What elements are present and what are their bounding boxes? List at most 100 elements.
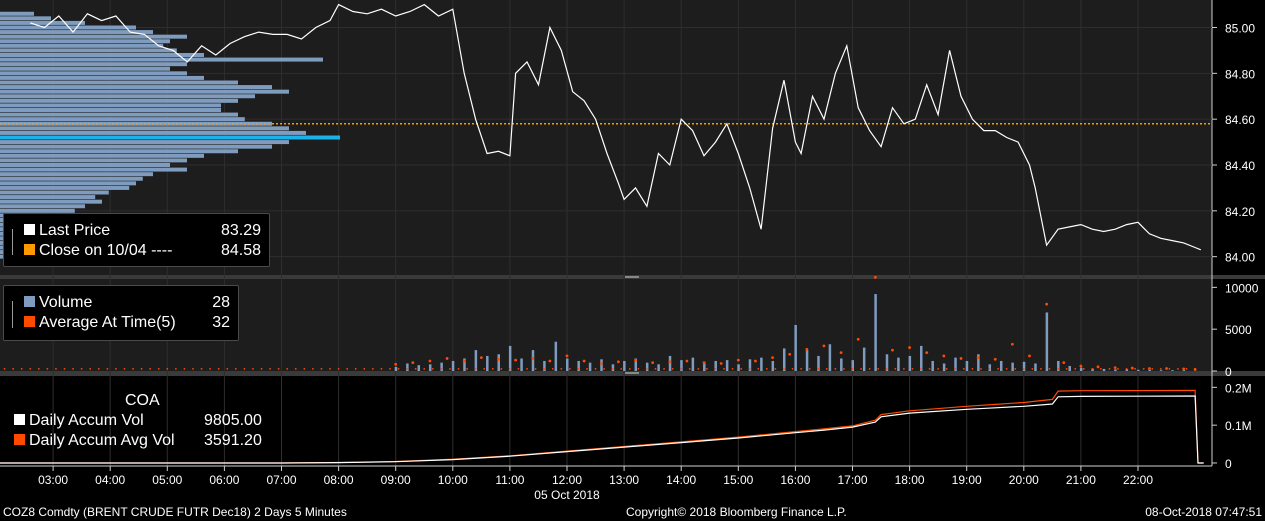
volume-bar xyxy=(486,355,489,371)
avg-baseline-dot xyxy=(140,368,143,370)
volume-bar xyxy=(1102,368,1106,371)
volume-profile-bar xyxy=(0,98,238,103)
avg-baseline-dot xyxy=(329,368,331,370)
avg-baseline-dot xyxy=(868,368,871,370)
avg-baseline-dot xyxy=(1082,368,1085,370)
volume-bar xyxy=(920,345,923,371)
xtick-label: 16:00 xyxy=(780,473,810,487)
volume-profile-bar xyxy=(0,135,340,140)
avg-baseline-dot xyxy=(705,368,708,370)
avg-baseline-dot xyxy=(783,368,785,370)
avg-baseline-dot xyxy=(654,368,657,370)
avg-baseline-dot xyxy=(174,368,177,370)
avg-baseline-dot xyxy=(491,368,494,370)
bloomberg-chart: 85.00 84.80 84.60 84.40 84.20 84.00 10000 5000 0… xyxy=(0,0,1265,521)
avg-baseline-dot xyxy=(217,368,220,370)
avg-baseline-dot xyxy=(466,368,468,370)
avg-at-time-dot xyxy=(1193,367,1197,371)
legend-label-accum-vol: Daily Accum Vol xyxy=(29,412,144,429)
volume-profile-bar xyxy=(0,199,102,204)
avg-at-time-dot xyxy=(462,359,466,363)
avg-at-time-dot xyxy=(1148,367,1151,370)
legend-label-volume: Volume xyxy=(39,294,93,311)
avg-baseline-dot xyxy=(526,368,528,370)
avg-baseline-dot xyxy=(671,368,674,370)
avg-at-time-dot xyxy=(1096,365,1100,369)
volume-profile-bar xyxy=(0,66,170,71)
avg-at-time-dot xyxy=(411,361,415,365)
volume-bar xyxy=(1171,370,1174,371)
volume-profile-bar xyxy=(0,53,204,57)
avg-baseline-dot xyxy=(774,368,777,370)
volume-bar xyxy=(965,360,969,371)
avg-baseline-dot xyxy=(646,368,648,370)
volume-bar xyxy=(508,345,512,371)
avg-baseline-dot xyxy=(628,368,631,370)
avg-baseline-dot xyxy=(885,368,888,370)
legend-item-volume: Volume 28 xyxy=(4,293,238,313)
volume-bar xyxy=(691,357,695,371)
avg-baseline-dot xyxy=(286,368,289,370)
volume-profile-bar xyxy=(0,140,289,145)
price-ytick-label: 84.60 xyxy=(1225,113,1255,127)
avg-baseline-dot xyxy=(423,368,426,370)
avg-at-time-dot xyxy=(651,361,655,365)
avg-baseline-dot xyxy=(149,368,152,370)
xtick-label: 18:00 xyxy=(895,473,925,487)
avg-baseline-dot xyxy=(363,368,366,370)
volume-profile-bar xyxy=(0,57,323,62)
avg-baseline-dot xyxy=(1022,368,1025,370)
volume-profile-bar xyxy=(0,190,109,195)
avg-at-time-dot xyxy=(754,359,757,363)
avg-at-time-dot xyxy=(1062,361,1066,365)
avg-baseline-dot xyxy=(997,368,1000,370)
volume-bar xyxy=(1159,370,1163,371)
avg-baseline-dot xyxy=(3,368,6,370)
avg-baseline-dot xyxy=(928,368,931,370)
swatch-accum-avg xyxy=(14,434,25,446)
avg-baseline-dot xyxy=(817,368,820,370)
avg-baseline-dot xyxy=(312,368,314,370)
avg-baseline-dot xyxy=(920,368,922,370)
avg-at-time-dot xyxy=(719,362,723,365)
avg-baseline-dot xyxy=(1185,368,1188,370)
avg-baseline-dot xyxy=(371,368,374,370)
avg-baseline-dot xyxy=(1134,368,1137,370)
volume-profile-bar xyxy=(0,167,187,172)
volume-bar xyxy=(451,360,455,371)
avg-baseline-dot xyxy=(346,368,349,370)
volume-bar xyxy=(1182,370,1186,371)
xtick-label: 06:00 xyxy=(209,473,239,487)
avg-baseline-dot xyxy=(586,368,588,370)
price-ytick-label: 84.20 xyxy=(1225,205,1255,219)
volume-bar xyxy=(725,360,729,371)
avg-baseline-dot xyxy=(354,368,357,370)
avg-baseline-dot xyxy=(380,368,383,370)
volume-bar xyxy=(394,366,398,371)
avg-baseline-dot xyxy=(680,368,683,370)
avg-baseline-dot xyxy=(46,368,49,370)
volume-profile-bar xyxy=(0,11,34,16)
volume-profile-bar xyxy=(0,108,221,112)
avg-baseline-dot xyxy=(1159,368,1162,370)
avg-baseline-dot xyxy=(637,368,640,370)
avg-baseline-dot xyxy=(132,368,134,370)
volume-bar xyxy=(931,360,934,371)
avg-baseline-dot xyxy=(800,368,803,370)
avg-at-time-dot xyxy=(1045,302,1049,306)
legend-item-last-price: Last Price 83.29 xyxy=(4,221,269,241)
avg-at-time-dot xyxy=(634,358,637,362)
avg-baseline-dot xyxy=(971,368,974,370)
avg-baseline-dot xyxy=(834,368,837,370)
xtick-label: 07:00 xyxy=(266,473,296,487)
avg-at-time-dot xyxy=(908,346,911,349)
xtick-label: 10:00 xyxy=(438,473,468,487)
volume-bar xyxy=(908,355,912,371)
volume-profile-bar xyxy=(0,39,170,44)
volume-profile-bar xyxy=(0,172,153,177)
volume-bar xyxy=(520,358,523,371)
volume-bar xyxy=(566,358,569,371)
avg-at-time-dot xyxy=(891,348,894,352)
volume-bar xyxy=(531,350,535,371)
xtick-label: 14:00 xyxy=(666,473,696,487)
